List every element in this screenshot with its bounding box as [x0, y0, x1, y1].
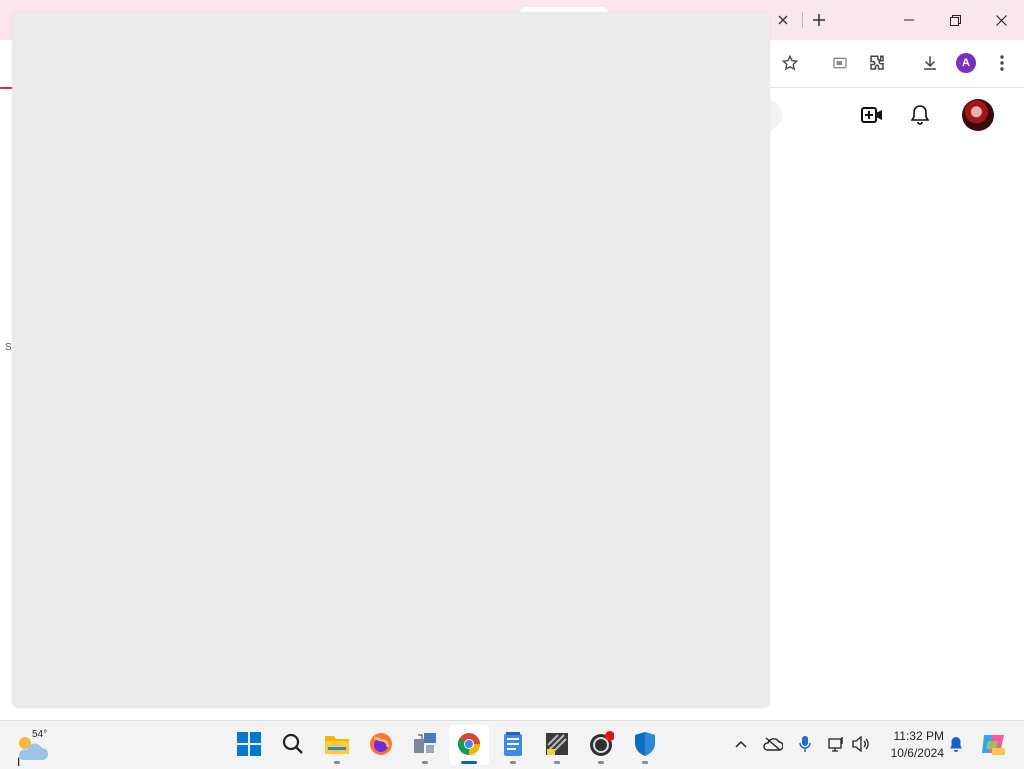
- network-app-running-indicator: [422, 761, 428, 764]
- onedrive-cloud-icon[interactable]: [762, 733, 784, 755]
- close-tab-icon[interactable]: [769, 6, 797, 34]
- create-video-icon[interactable]: [858, 101, 886, 129]
- notepad-icon[interactable]: [497, 728, 529, 760]
- restore-button[interactable]: [932, 0, 978, 40]
- new-tab-button[interactable]: [805, 6, 833, 34]
- menu-kebab-icon[interactable]: [987, 48, 1017, 78]
- profile-avatar[interactable]: A: [956, 53, 976, 73]
- cast-icon[interactable]: [825, 48, 855, 78]
- notifications-bell-icon[interactable]: [906, 101, 934, 129]
- obs-running-indicator: [598, 761, 604, 764]
- system-clock[interactable]: 11:32 PM 10/6/2024: [880, 728, 944, 762]
- clock-time: 11:32 PM: [893, 729, 944, 743]
- show-hidden-icons-chevron-icon[interactable]: [730, 733, 752, 755]
- channel-avatar[interactable]: [962, 99, 994, 131]
- obs-studio-icon[interactable]: [585, 728, 617, 760]
- network-icon[interactable]: [826, 733, 848, 755]
- weather-temperature: 54°: [32, 729, 48, 740]
- copilot-pre-icon[interactable]: [979, 730, 1007, 758]
- volume-speaker-icon[interactable]: [850, 733, 872, 755]
- windows-security-shield-icon[interactable]: [629, 728, 661, 760]
- clock-date: 10/6/2024: [890, 746, 944, 760]
- security-running-indicator: [642, 761, 648, 764]
- inkscape-icon[interactable]: [541, 728, 573, 760]
- loading-overlay-window: [12, 12, 770, 708]
- page-load-indicator: [0, 87, 12, 89]
- minimize-button[interactable]: [886, 0, 932, 40]
- chrome-running-indicator: [461, 761, 477, 764]
- file-explorer-icon[interactable]: [321, 728, 353, 760]
- close-window-button[interactable]: [978, 0, 1024, 40]
- bookmark-star-icon[interactable]: [775, 48, 805, 78]
- explorer-running-indicator: [334, 761, 340, 764]
- network-app-icon[interactable]: [409, 728, 441, 760]
- text-cursor: I: [17, 755, 21, 769]
- microphone-icon[interactable]: [794, 733, 816, 755]
- notepad-running-indicator: [510, 761, 516, 764]
- downloads-icon[interactable]: [915, 48, 945, 78]
- search-icon[interactable]: [277, 728, 309, 760]
- start-windows-icon[interactable]: [233, 728, 265, 760]
- notification-bell-icon[interactable]: [945, 733, 967, 755]
- inkscape-running-indicator: [554, 761, 560, 764]
- extensions-puzzle-icon[interactable]: [862, 48, 892, 78]
- tab-separator: [802, 12, 803, 28]
- stray-text: S: [5, 342, 12, 353]
- chrome-icon[interactable]: [453, 728, 485, 760]
- firefox-icon[interactable]: [365, 728, 397, 760]
